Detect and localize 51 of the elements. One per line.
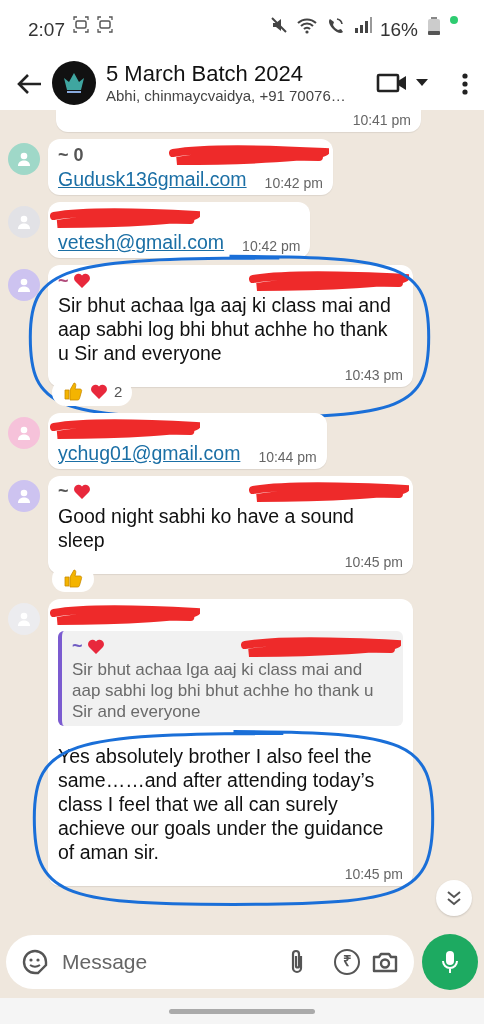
microphone-icon — [442, 950, 458, 974]
sender-name: ~ — [72, 635, 83, 658]
scroll-down-button[interactable] — [436, 880, 472, 916]
arrow-back-icon — [16, 72, 42, 95]
email-link[interactable]: ychug01@gmail.com — [58, 441, 241, 464]
message-input[interactable]: Message ₹ — [6, 935, 414, 989]
battery-level: 16% — [379, 18, 418, 42]
status-time: 2:07 — [28, 18, 65, 42]
person-icon — [16, 214, 32, 230]
back-button[interactable] — [16, 71, 42, 95]
double-chevron-down-icon — [446, 890, 462, 906]
screenshot-icon — [97, 16, 113, 33]
payment-button[interactable]: ₹ — [334, 949, 360, 975]
message-text: Good night sabhi ko have a sound sleep — [58, 503, 355, 552]
message-time: 10:45 pm — [343, 865, 403, 882]
email-link[interactable]: vetesh@gmail.com — [58, 231, 225, 253]
person-icon — [16, 277, 32, 293]
participants-list: Abhi, chinmaycvaidya, +91 70076… — [106, 87, 362, 105]
thumbs-up-icon — [62, 381, 84, 404]
person-icon — [16, 151, 32, 167]
message-time: 10:42 pm — [242, 238, 301, 254]
chat-title: 5 March Batch 2024 — [106, 61, 304, 87]
wifi-icon — [295, 16, 318, 34]
message-time: 10:45 pm — [343, 553, 403, 570]
message-time: 10:43 pm — [343, 367, 403, 383]
sender-name: ~ — [58, 480, 69, 503]
sticker-icon — [22, 949, 48, 975]
sender-name: ~ 0 — [58, 143, 84, 167]
mute-icon — [269, 16, 288, 34]
message-time: 10:42 pm — [264, 175, 323, 191]
person-icon — [16, 487, 32, 504]
message-time: 10:41 pm — [352, 112, 411, 128]
heart-icon — [90, 383, 108, 402]
caret-icon — [416, 79, 428, 87]
person-icon — [16, 424, 32, 441]
message-time: 10:44 pm — [258, 448, 317, 465]
quoted-text: Sir bhut achaa lga aaj ki class mai and aap sabhi log bhi bhut achhe ho thank u Sir and everyone — [72, 658, 375, 722]
reaction-count: 2 — [114, 382, 123, 402]
email-link[interactable]: Gudusk136gmail.com — [58, 168, 247, 190]
thumbs-up-icon — [62, 567, 84, 590]
sender-name: ~ — [58, 269, 69, 293]
battery-icon — [426, 16, 442, 36]
notification-dot-icon — [450, 16, 458, 24]
more-options-icon — [462, 72, 468, 95]
screenshot-icon — [73, 16, 89, 33]
video-camera-icon — [376, 72, 408, 94]
camera-icon[interactable] — [372, 950, 398, 974]
signal-icon — [353, 16, 372, 34]
message-text: Sir bhut achaa lga aaj ki class mai and aap sabhi log bhi bhut achhe ho thank u Sir and everyone — [58, 293, 392, 365]
voice-message-button[interactable] — [422, 934, 478, 990]
reactions-pill[interactable]: 2 — [52, 379, 133, 406]
